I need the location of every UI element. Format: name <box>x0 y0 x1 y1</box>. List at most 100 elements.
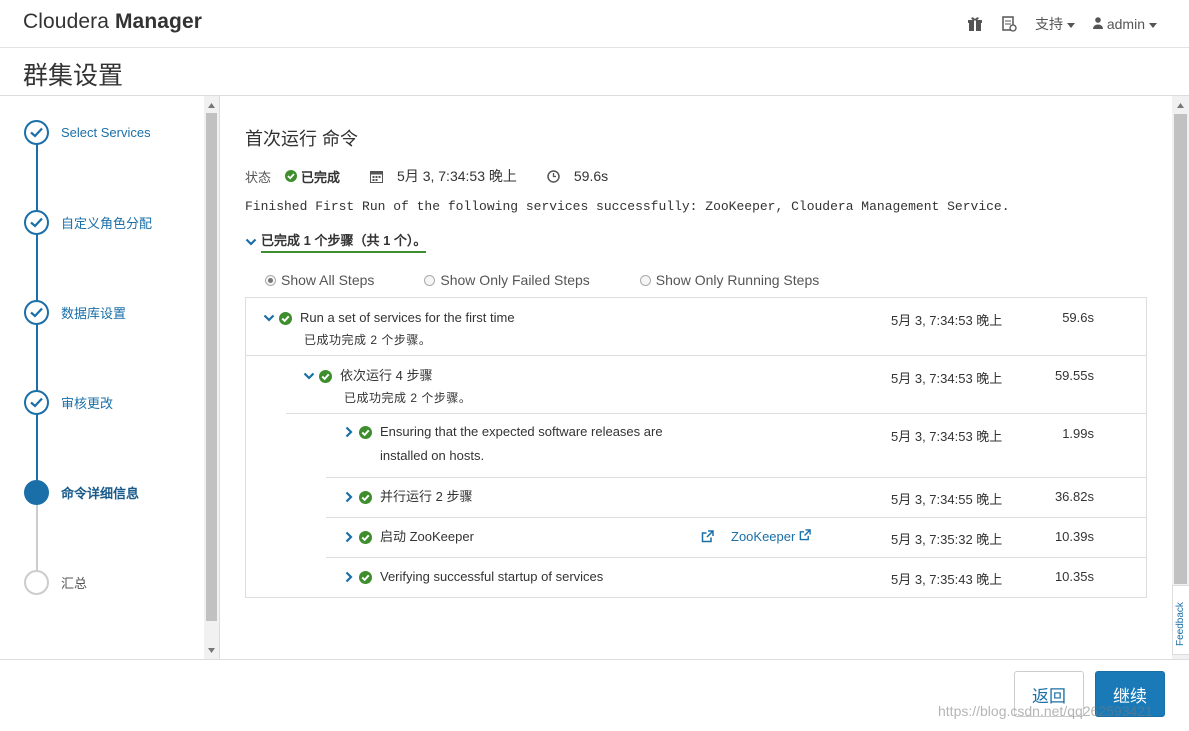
check-icon <box>24 210 49 235</box>
wizard-step-label: Select Services <box>61 125 151 140</box>
step-duration: 59.55s <box>1054 368 1094 383</box>
scroll-up-arrow[interactable] <box>1172 98 1189 112</box>
success-icon <box>285 170 298 182</box>
content-scrollbar[interactable] <box>1172 96 1189 659</box>
top-header: Cloudera Manager 支持 admin <box>0 0 1189 48</box>
step-name: Verifying successful startup of services <box>380 569 604 584</box>
zookeeper-link[interactable]: ZooKeeper <box>731 529 811 544</box>
watermark: https://blog.csdn.net/qq262593421 <box>938 703 1153 719</box>
scrollbar-thumb[interactable] <box>1174 114 1187 584</box>
command-status-row: 状态 已完成 5月 3, 7:34:53 晚上 59.6s <box>245 166 608 186</box>
step-row[interactable]: 依次运行 4 步骤 已成功完成 2 个步骤。 5月 3, 7:34:53 晚上 … <box>286 356 1146 414</box>
app-logo[interactable]: Cloudera Manager <box>23 10 202 34</box>
wizard-step-review[interactable]: 审核更改 <box>24 390 113 415</box>
success-icon <box>359 490 372 504</box>
external-link-icon <box>799 529 811 541</box>
status-label: 状态 <box>245 169 272 185</box>
command-duration: 59.6s <box>573 168 609 184</box>
wizard-frame: Select Services 自定义角色分配 数据库设置 审核更改 命令详细信… <box>0 95 1189 660</box>
radio-selected-icon <box>265 274 276 286</box>
step-filter-group: Show All Steps Show Only Failed Steps Sh… <box>265 272 869 288</box>
scroll-down-arrow[interactable] <box>204 643 219 657</box>
steps-table: Run a set of services for the first time… <box>245 297 1147 598</box>
wizard-sidebar: Select Services 自定义角色分配 数据库设置 审核更改 命令详细信… <box>0 96 220 659</box>
step-name: Run a set of services for the first time <box>300 310 515 325</box>
chevron-down-icon[interactable] <box>263 312 275 324</box>
check-icon <box>24 390 49 415</box>
chevron-right-icon[interactable] <box>343 531 355 543</box>
chevron-down-icon[interactable] <box>303 370 315 382</box>
wizard-step-label: 数据库设置 <box>61 306 127 321</box>
wizard-step-label: 审核更改 <box>61 396 114 411</box>
gift-icon[interactable] <box>967 16 983 32</box>
success-icon <box>319 369 332 383</box>
steps-summary-toggle[interactable]: 已完成 1 个步骤（共 1 个）。 <box>245 230 427 253</box>
step-duration: 59.6s <box>1062 310 1094 325</box>
pending-step-icon <box>24 570 49 595</box>
filter-failed-steps[interactable]: Show Only Failed Steps <box>424 272 590 288</box>
support-menu[interactable]: 支持 <box>1035 14 1075 34</box>
command-title: 首次运行 命令 <box>245 129 359 149</box>
step-connector-pending <box>36 492 38 582</box>
clock-icon <box>547 169 560 183</box>
command-result-message: Finished First Run of the following serv… <box>245 199 1010 214</box>
wizard-step-label: 自定义角色分配 <box>61 216 153 231</box>
success-icon <box>359 426 372 439</box>
notebook-icon[interactable] <box>1001 16 1017 32</box>
step-substatus: 已成功完成 2 个步骤。 <box>344 391 472 405</box>
check-icon <box>24 300 49 325</box>
step-name: Ensuring that the expected software rele… <box>380 424 663 463</box>
wizard-step-command-details[interactable]: 命令详细信息 <box>24 480 139 505</box>
wizard-step-database[interactable]: 数据库设置 <box>24 300 126 325</box>
filter-running-steps[interactable]: Show Only Running Steps <box>639 272 819 288</box>
chevron-right-icon[interactable] <box>343 571 355 583</box>
external-link-icon[interactable] <box>701 530 714 543</box>
success-icon <box>359 570 372 584</box>
wizard-step-label: 汇总 <box>61 576 88 591</box>
wizard-step-select-services[interactable]: Select Services <box>24 120 151 145</box>
step-row[interactable]: Run a set of services for the first time… <box>246 298 1146 356</box>
steps-summary-text: 已完成 1 个步骤（共 1 个）。 <box>261 230 427 253</box>
user-menu[interactable]: admin <box>1092 16 1157 32</box>
step-time: 5月 3, 7:34:55 晚上 <box>891 492 1003 507</box>
step-substatus: 已成功完成 2 个步骤。 <box>304 333 432 347</box>
command-timestamp: 5月 3, 7:34:53 晚上 <box>397 168 517 184</box>
command-details-panel: 首次运行 命令 状态 已完成 5月 3, 7:34:53 晚上 59.6s Fi… <box>221 96 1189 659</box>
check-icon <box>24 120 49 145</box>
step-name: 并行运行 2 步骤 <box>380 489 473 504</box>
scroll-up-arrow[interactable] <box>204 98 219 112</box>
chevron-down-icon <box>245 238 257 246</box>
step-duration: 10.39s <box>1054 529 1094 544</box>
step-time: 5月 3, 7:35:43 晚上 <box>891 572 1003 587</box>
filter-all-steps[interactable]: Show All Steps <box>265 272 374 288</box>
feedback-tab[interactable]: Feedback <box>1172 585 1189 655</box>
step-row[interactable]: Ensuring that the expected software rele… <box>326 414 1146 478</box>
calendar-icon <box>370 170 384 183</box>
step-name: 启动 ZooKeeper <box>380 529 474 544</box>
wizard-step-role-assignment[interactable]: 自定义角色分配 <box>24 210 152 235</box>
step-name: 依次运行 4 步骤 <box>340 368 433 383</box>
step-duration: 1.99s <box>1062 426 1094 441</box>
sidebar-scrollbar[interactable] <box>204 96 219 659</box>
user-icon <box>1092 17 1103 29</box>
chevron-right-icon[interactable] <box>343 426 355 438</box>
step-time: 5月 3, 7:34:53 晚上 <box>891 313 1003 328</box>
success-icon <box>279 311 292 325</box>
top-nav: 支持 admin <box>967 14 1157 34</box>
active-step-icon <box>24 480 49 505</box>
chevron-right-icon[interactable] <box>343 491 355 503</box>
radio-icon <box>424 274 436 286</box>
success-icon <box>359 530 372 544</box>
step-time: 5月 3, 7:34:53 晚上 <box>891 429 1003 444</box>
wizard-step-summary[interactable]: 汇总 <box>24 570 87 595</box>
step-row[interactable]: Verifying successful startup of services… <box>326 558 1146 598</box>
step-row[interactable]: 启动 ZooKeeper ZooKeeper 5月 3, 7:35:32 晚上 … <box>326 518 1146 558</box>
step-duration: 10.35s <box>1054 569 1094 584</box>
wizard-step-label: 命令详细信息 <box>61 486 140 501</box>
page-title: 群集设置 <box>23 62 124 90</box>
status-value: 已完成 <box>301 169 341 185</box>
step-row[interactable]: 并行运行 2 步骤 5月 3, 7:34:55 晚上 36.82s <box>326 478 1146 518</box>
step-time: 5月 3, 7:35:32 晚上 <box>891 532 1003 547</box>
scrollbar-thumb[interactable] <box>206 113 217 621</box>
radio-icon <box>639 274 651 286</box>
